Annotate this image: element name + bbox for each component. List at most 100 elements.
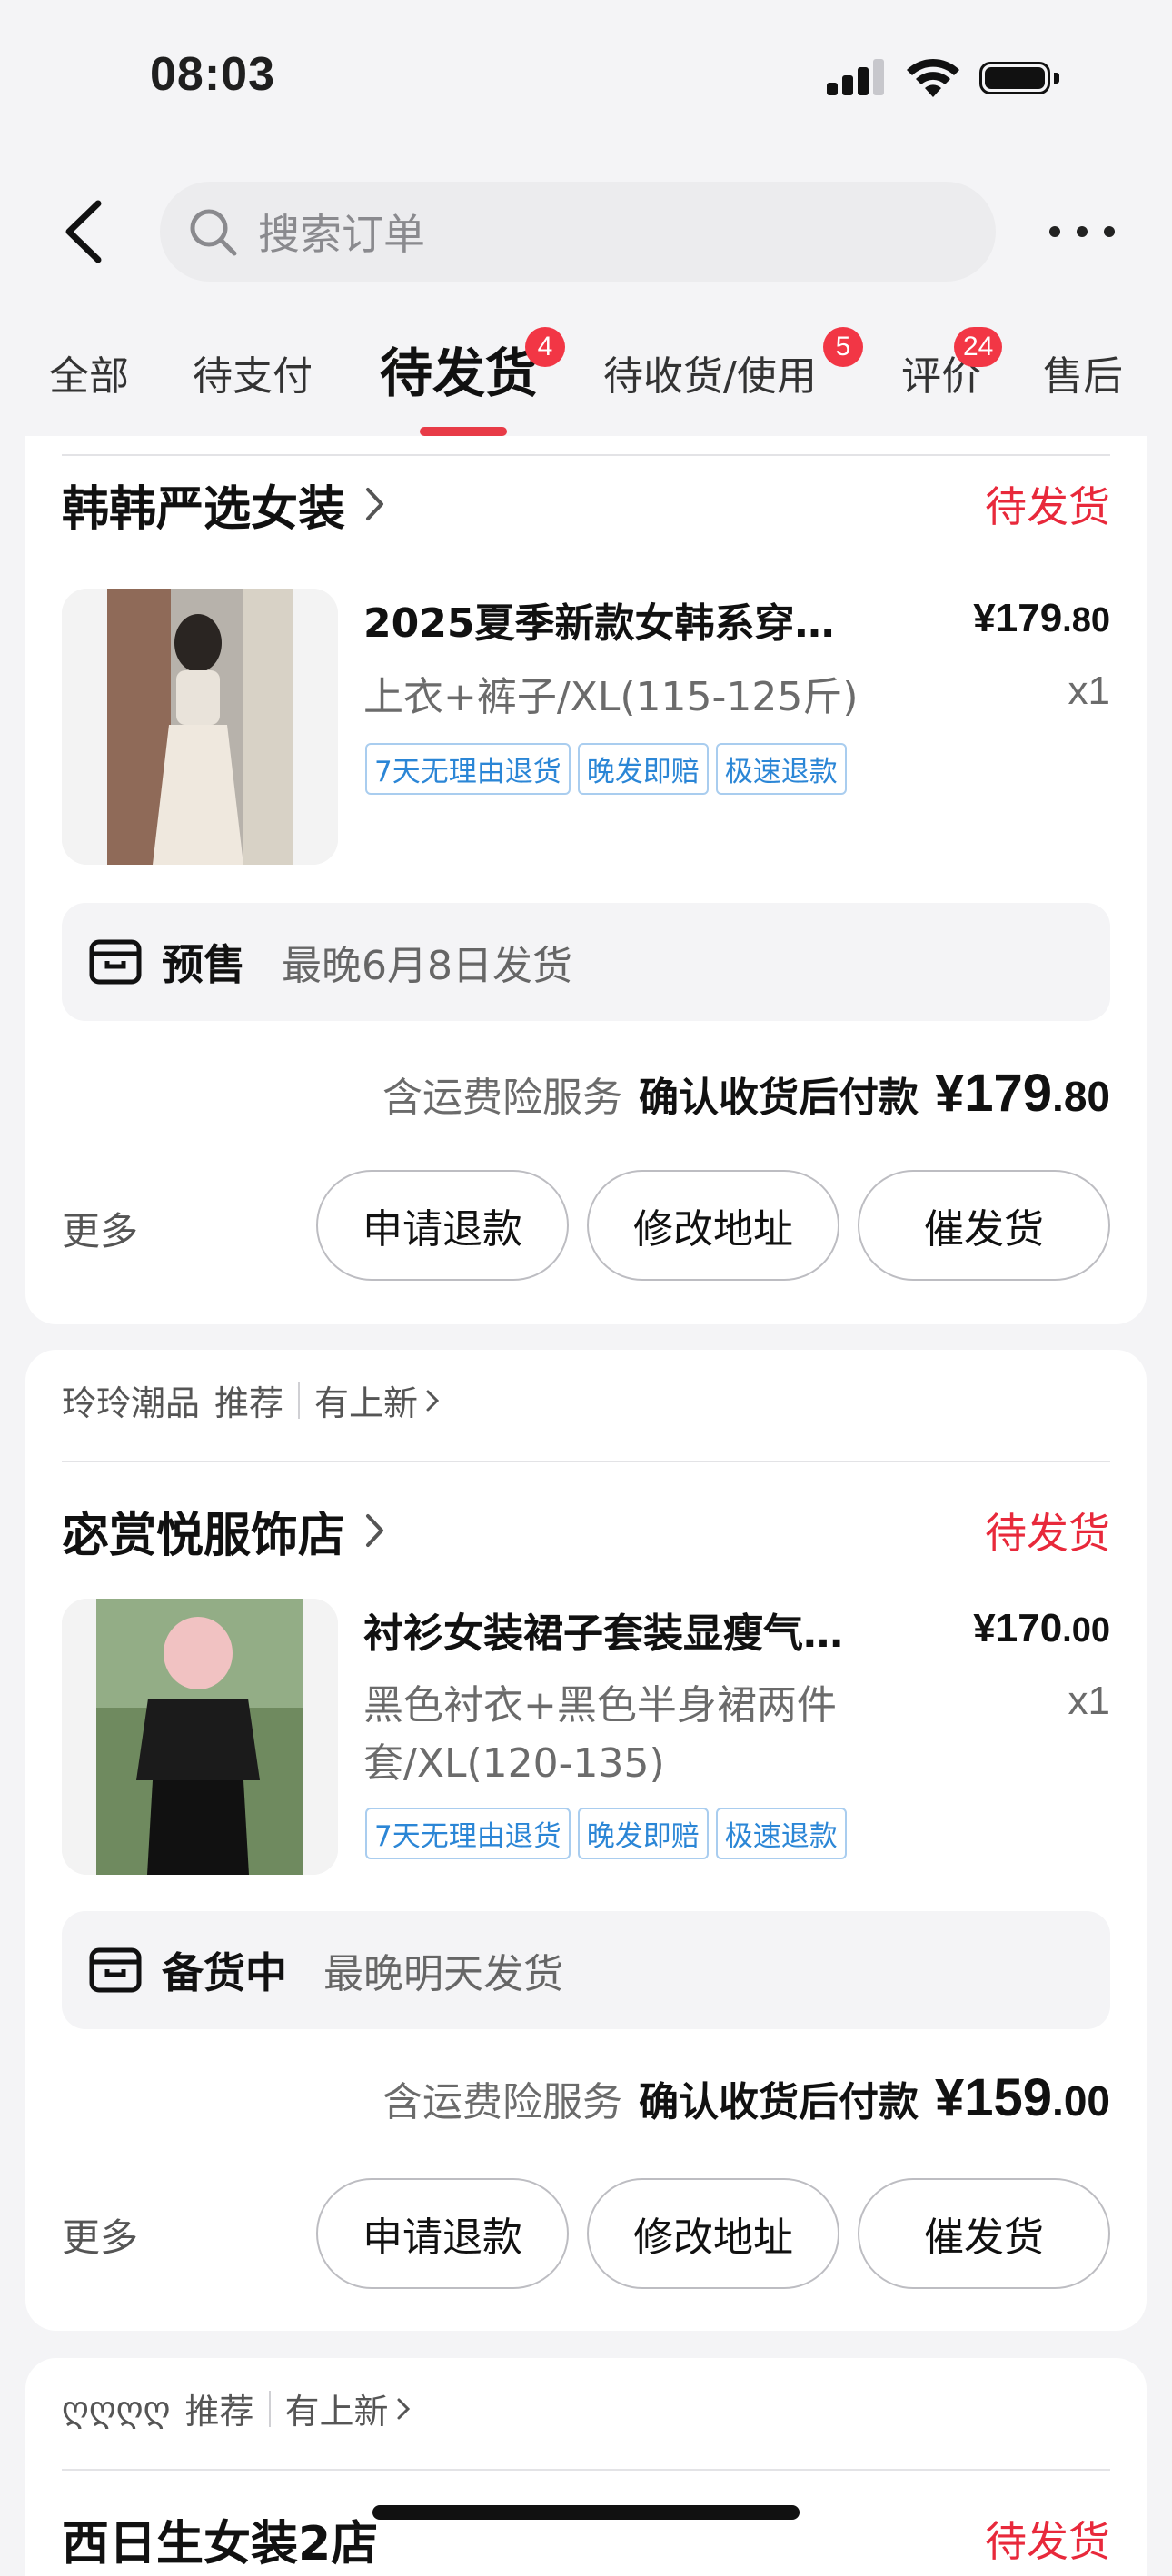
separator bbox=[298, 1382, 301, 1419]
status-icons bbox=[827, 56, 1063, 100]
order-status: 待发货 bbox=[985, 1509, 1110, 1558]
divider bbox=[62, 2469, 1110, 2471]
pay-amount: ¥179.80 bbox=[935, 1063, 1110, 1124]
tab-all[interactable]: 全部 bbox=[49, 343, 129, 401]
order-card-2: 玲玲潮品 推荐 有上新 宓赏悦服饰店 待发货 衬衫女装裙子套装显瘦气质通勤 ¥1… bbox=[25, 1350, 1147, 2331]
tag: 晚发即赔 bbox=[577, 743, 709, 795]
shop-row[interactable]: 韩韩严选女装 待发货 bbox=[62, 471, 1110, 539]
tab-after-sales[interactable]: 售后 bbox=[1043, 343, 1123, 401]
wifi-icon bbox=[907, 58, 959, 97]
pay-dec: .00 bbox=[1052, 2077, 1110, 2125]
price-int: ¥170 bbox=[973, 1606, 1063, 1650]
ship-label: 预售 bbox=[162, 940, 245, 989]
divider bbox=[62, 454, 1110, 456]
product-spec: 黑色衬衣+黑色半身裙两件套/XL(120-135) bbox=[363, 1682, 837, 1787]
service-tags: 7天无理由退货 晚发即赔 极速退款 bbox=[365, 743, 847, 795]
shipping-info[interactable]: 预售 最晚6月8日发货 bbox=[62, 903, 1110, 1021]
product-title[interactable]: 衬衫女装裙子套装显瘦气质通勤 bbox=[363, 1600, 872, 1659]
more-link[interactable]: 更多 bbox=[62, 1201, 138, 1256]
urge-shipping-button[interactable]: 催发货 bbox=[858, 1170, 1110, 1281]
product-price: ¥170.00 bbox=[973, 1606, 1110, 1651]
product-title[interactable]: 2025夏季新款女韩系穿搭时尚套装 bbox=[363, 590, 872, 649]
shipping-info[interactable]: 备货中 最晚明天发货 bbox=[62, 1911, 1110, 2029]
recommend-row[interactable]: ღღღღ 推荐 有上新 bbox=[62, 2383, 411, 2433]
tag: 7天无理由退货 bbox=[365, 1808, 571, 1859]
ship-note: 最晚6月8日发货 bbox=[282, 943, 572, 989]
back-chevron-icon bbox=[65, 200, 102, 263]
active-tab-indicator bbox=[420, 427, 507, 436]
price-dec: .00 bbox=[1062, 1611, 1110, 1650]
product-qty: x1 bbox=[1068, 669, 1110, 713]
tab-pending-payment[interactable]: 待支付 bbox=[193, 343, 313, 401]
tab-badge: 24 bbox=[954, 327, 1003, 367]
order-tabs: 全部 待支付 待发货 4 待收货/使用 5 评价 24 售后 bbox=[0, 327, 1172, 436]
insurance-label: 含运费险服务 bbox=[382, 1075, 623, 1121]
signal-icon bbox=[827, 57, 887, 99]
back-button[interactable] bbox=[56, 191, 111, 272]
tab-badge: 5 bbox=[823, 327, 863, 367]
home-indicator bbox=[372, 2505, 800, 2520]
pay-int: ¥179 bbox=[935, 1064, 1053, 1123]
tab-pending-receipt[interactable]: 待收货/使用 bbox=[603, 343, 817, 401]
search-icon bbox=[190, 209, 237, 256]
recommend-row[interactable]: 玲玲潮品 推荐 有上新 bbox=[62, 1375, 440, 1425]
tab-pending-shipment[interactable]: 待发货 bbox=[380, 331, 538, 407]
more-link[interactable]: 更多 bbox=[62, 2207, 138, 2263]
tag: 晚发即赔 bbox=[577, 1808, 709, 1859]
card-first: 韩韩严选女装 待发货 2025夏季新款女韩系穿搭时尚套装 ¥179.80 上衣+… bbox=[25, 436, 1147, 1324]
box-icon bbox=[89, 1947, 142, 1993]
insurance-label: 含运费险服务 bbox=[382, 2079, 623, 2125]
rec-label: 推荐 bbox=[214, 1383, 284, 1423]
order-status: 待发货 bbox=[985, 2517, 1110, 2566]
tag: 极速退款 bbox=[715, 743, 847, 795]
payment-row: 含运费险服务 确认收货后付款 ¥159.00 bbox=[382, 2067, 1110, 2128]
service-tags: 7天无理由退货 晚发即赔 极速退款 bbox=[365, 1808, 847, 1859]
pay-int: ¥159 bbox=[935, 2068, 1053, 2127]
product-qty: x1 bbox=[1068, 1679, 1110, 1723]
price-dec: .80 bbox=[1062, 601, 1110, 639]
shop-name[interactable]: 西日生女装2店 bbox=[62, 2505, 378, 2573]
rec-label: 推荐 bbox=[184, 2392, 254, 2432]
product-image[interactable] bbox=[62, 589, 338, 865]
product-image[interactable] bbox=[62, 1599, 338, 1875]
shop-row[interactable]: 宓赏悦服饰店 待发货 bbox=[62, 1497, 1110, 1565]
rec-shop: ღღღღ bbox=[62, 2388, 171, 2429]
change-address-button[interactable]: 修改地址 bbox=[587, 1170, 839, 1281]
urge-shipping-button[interactable]: 催发货 bbox=[858, 2178, 1110, 2289]
pay-amount: ¥159.00 bbox=[935, 2067, 1110, 2128]
status-time: 08:03 bbox=[150, 48, 275, 101]
chevron-right-icon bbox=[366, 1514, 384, 1547]
tag: 7天无理由退货 bbox=[365, 743, 571, 795]
pay-label: 确认收货后付款 bbox=[639, 2079, 919, 2125]
separator bbox=[268, 2390, 271, 2427]
chevron-right-icon bbox=[366, 488, 384, 520]
change-address-button[interactable]: 修改地址 bbox=[587, 2178, 839, 2289]
chevron-right-icon bbox=[426, 1390, 440, 1411]
tag: 极速退款 bbox=[715, 1808, 847, 1859]
box-icon bbox=[89, 939, 142, 985]
search-placeholder: 搜索订单 bbox=[258, 210, 425, 259]
refund-button[interactable]: 申请退款 bbox=[316, 1170, 569, 1281]
search-input[interactable]: 搜索订单 bbox=[160, 182, 996, 282]
chevron-right-icon bbox=[397, 2398, 410, 2419]
ship-note: 最晚明天发货 bbox=[323, 1951, 563, 1997]
tab-badge: 4 bbox=[525, 327, 565, 367]
shop-name[interactable]: 韩韩严选女装 bbox=[62, 471, 345, 539]
rec-new: 有上新 bbox=[284, 2392, 389, 2432]
rec-shop: 玲玲潮品 bbox=[62, 1383, 201, 1423]
refund-button[interactable]: 申请退款 bbox=[316, 2178, 569, 2289]
divider bbox=[62, 1461, 1110, 1462]
shop-name[interactable]: 宓赏悦服饰店 bbox=[62, 1497, 345, 1565]
price-int: ¥179 bbox=[973, 596, 1063, 640]
more-dots-icon[interactable] bbox=[1049, 209, 1115, 254]
ship-label: 备货中 bbox=[162, 1948, 287, 1997]
battery-icon bbox=[979, 58, 1063, 98]
pay-label: 确认收货后付款 bbox=[639, 1075, 919, 1121]
product-spec: 上衣+裤子/XL(115-125斤) bbox=[363, 674, 859, 720]
pay-dec: .80 bbox=[1052, 1073, 1110, 1120]
product-price: ¥179.80 bbox=[973, 596, 1110, 641]
payment-row: 含运费险服务 确认收货后付款 ¥179.80 bbox=[382, 1063, 1110, 1124]
order-card-3: ღღღღ 推荐 有上新 西日生女装2店 待发货 bbox=[25, 2358, 1147, 2576]
rec-new: 有上新 bbox=[314, 1383, 419, 1423]
order-status: 待发货 bbox=[985, 482, 1110, 531]
